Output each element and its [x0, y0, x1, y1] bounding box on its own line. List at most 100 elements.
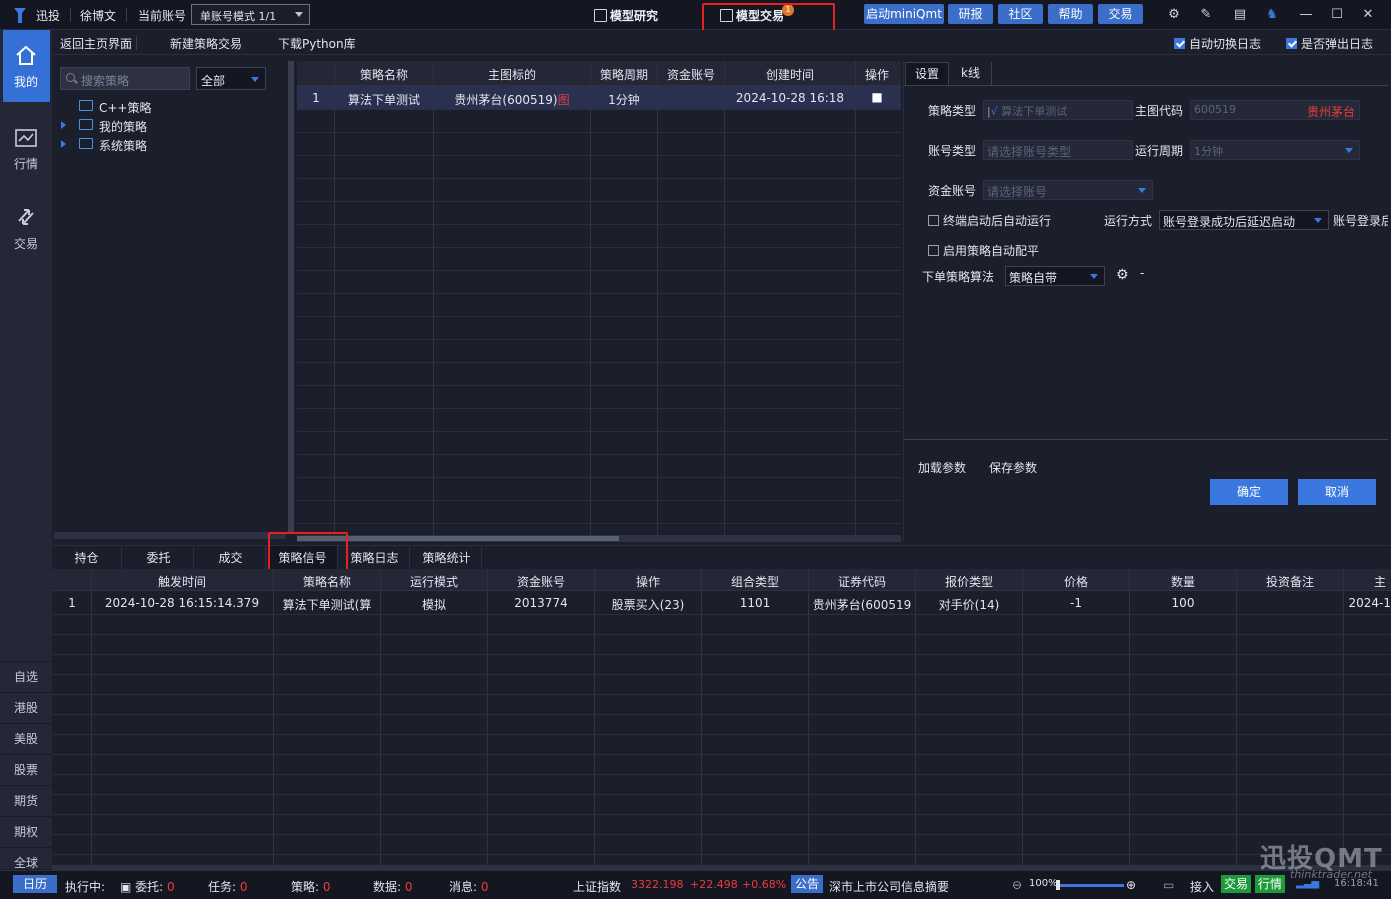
start-miniqmt-button[interactable]: 启动miniQmt: [864, 4, 944, 24]
tab-trades[interactable]: 成交: [196, 546, 266, 570]
col-main-symbol[interactable]: 主图标的: [434, 66, 590, 83]
nav-item-trade[interactable]: 交易: [0, 206, 52, 252]
edit-icon[interactable]: ✎: [1198, 7, 1214, 23]
grid-line: [297, 201, 901, 202]
popup-log-checkbox[interactable]: 是否弹出日志: [1286, 35, 1373, 52]
col-invest-note[interactable]: 投资备注: [1237, 573, 1343, 590]
entrust-status[interactable]: ▣ 委托: 0: [120, 878, 175, 895]
chart-link-icon[interactable]: 图: [558, 93, 570, 107]
nav-hk-stocks[interactable]: 港股: [0, 692, 52, 722]
fund-account-placeholder: 请选择账号: [987, 185, 1048, 199]
run-period-select[interactable]: 1分钟: [1190, 140, 1360, 160]
zoom-slider[interactable]: [1056, 884, 1124, 887]
strategy-filter-select[interactable]: 全部: [196, 67, 266, 90]
auto-switch-log-checkbox[interactable]: 自动切换日志: [1174, 35, 1261, 52]
col-strategy-name[interactable]: 策略名称: [274, 573, 380, 590]
col-fund-account[interactable]: 资金账号: [488, 573, 594, 590]
zoom-in-icon[interactable]: ⊕: [1126, 878, 1136, 892]
col-quote-type[interactable]: 报价类型: [916, 573, 1022, 590]
notice-badge[interactable]: 公告: [791, 875, 823, 893]
back-home-link[interactable]: 返回主页界面: [60, 35, 132, 52]
close-icon[interactable]: ✕: [1360, 7, 1376, 23]
account-mode-select[interactable]: 单账号模式 1/1: [191, 4, 310, 25]
stop-icon[interactable]: ■: [856, 90, 898, 104]
col-run-mode[interactable]: 运行模式: [381, 573, 487, 590]
strategy-status[interactable]: 策略: 0: [291, 878, 331, 895]
tab-positions[interactable]: 持仓: [52, 546, 122, 570]
tab-settings[interactable]: 设置: [905, 62, 949, 85]
strategy-search-input[interactable]: 搜索策略: [60, 67, 190, 90]
expand-arrow-icon[interactable]: [61, 121, 66, 129]
tab-orders[interactable]: 委托: [124, 546, 194, 570]
tab-kline[interactable]: k线: [950, 62, 992, 85]
tree-scrollbar[interactable]: [288, 61, 294, 532]
index-name[interactable]: 上证指数: [573, 878, 621, 895]
new-strategy-link[interactable]: 新建策略交易: [170, 35, 242, 52]
auto-run-checkbox[interactable]: 终端启动后自动运行: [928, 212, 1051, 229]
save-params-button[interactable]: 保存参数: [989, 459, 1037, 476]
research-report-button[interactable]: 研报: [948, 4, 993, 24]
user-name[interactable]: 徐博文: [80, 7, 116, 24]
entrust-count: 0: [167, 880, 175, 894]
notice-text[interactable]: 深市上市公司信息摘要: [829, 878, 949, 895]
expand-arrow-icon[interactable]: [61, 140, 66, 148]
account-type-select[interactable]: 请选择账号类型: [983, 140, 1133, 160]
market-connection-badge[interactable]: 行情: [1255, 875, 1285, 893]
zoom-out-icon[interactable]: ⊖: [1012, 878, 1022, 892]
task-status[interactable]: 任务: 0: [208, 878, 248, 895]
maximize-icon[interactable]: ☐: [1329, 7, 1345, 23]
nav-us-stocks[interactable]: 美股: [0, 723, 52, 753]
tab-model-research[interactable]: 模型研究: [594, 7, 658, 24]
col-main[interactable]: 主: [1344, 573, 1390, 590]
col-trigger-time[interactable]: 触发时间: [92, 573, 272, 590]
col-operation[interactable]: 操作: [856, 66, 898, 83]
layout-icon[interactable]: ▤: [1232, 7, 1248, 23]
skin-icon[interactable]: ♞: [1264, 7, 1280, 23]
trade-button[interactable]: 交易: [1098, 4, 1143, 24]
run-mode-select[interactable]: 账号登录成功后延迟启动: [1159, 210, 1329, 230]
zoom-slider-handle[interactable]: [1056, 880, 1060, 890]
table-row[interactable]: 1 算法下单测试 贵州茅台(600519)图 1分钟 2024-10-28 16…: [297, 86, 901, 109]
nav-watchlist[interactable]: 自选: [0, 661, 52, 691]
calendar-button[interactable]: 日历: [13, 875, 57, 893]
nav-item-market[interactable]: 行情: [0, 128, 52, 172]
strategy-tree-panel: 搜索策略 全部 C++策略 我的策略 系统策略: [54, 61, 286, 532]
col-quantity[interactable]: 数量: [1130, 573, 1236, 590]
message-status[interactable]: 消息: 0: [449, 878, 489, 895]
col-period[interactable]: 策略周期: [591, 66, 657, 83]
col-security-code[interactable]: 证券代码: [809, 573, 915, 590]
data-status[interactable]: 数据: 0: [373, 878, 413, 895]
col-combo-type[interactable]: 组合类型: [702, 573, 808, 590]
auto-balance-checkbox[interactable]: 启用策略自动配平: [928, 242, 1039, 259]
gear-icon[interactable]: ⚙: [1116, 267, 1129, 283]
table-row[interactable]: 1 2024-10-28 16:15:14.379 算法下单测试(算 模拟 20…: [52, 592, 1391, 614]
cancel-button[interactable]: 取消: [1298, 479, 1376, 505]
tab-strategy-log[interactable]: 策略日志: [340, 546, 410, 570]
strategy-type-field[interactable]: |√ 算法下单测试: [983, 100, 1133, 120]
load-params-button[interactable]: 加载参数: [918, 459, 966, 476]
help-button[interactable]: 帮助: [1048, 4, 1093, 24]
nav-stocks[interactable]: 股票: [0, 754, 52, 784]
col-strategy-name[interactable]: 策略名称: [335, 66, 433, 83]
minimize-icon[interactable]: —: [1298, 7, 1314, 23]
access-label[interactable]: 接入: [1190, 878, 1214, 895]
nav-item-mine[interactable]: 我的: [0, 44, 52, 90]
col-created[interactable]: 创建时间: [725, 66, 855, 83]
confirm-button[interactable]: 确定: [1210, 479, 1288, 505]
tab-model-research-label: 模型研究: [610, 9, 659, 23]
fund-account-select[interactable]: 请选择账号: [983, 180, 1153, 200]
trade-connection-badge[interactable]: 交易: [1221, 875, 1251, 893]
col-account[interactable]: 资金账号: [658, 66, 724, 83]
nav-options[interactable]: 期权: [0, 816, 52, 846]
download-python-link[interactable]: 下载Python库: [278, 35, 356, 52]
main-code-field[interactable]: 600519 贵州茅台: [1190, 100, 1360, 120]
tree-hscroll-track[interactable]: [54, 532, 286, 539]
gear-icon[interactable]: ⚙: [1166, 7, 1182, 23]
community-button[interactable]: 社区: [998, 4, 1043, 24]
strategy-table-hscroll[interactable]: [297, 535, 901, 542]
tab-strategy-stats[interactable]: 策略统计: [412, 546, 482, 570]
nav-futures[interactable]: 期货: [0, 785, 52, 815]
col-operation[interactable]: 操作: [595, 573, 701, 590]
col-price[interactable]: 价格: [1023, 573, 1129, 590]
order-algo-select[interactable]: 策略自带: [1005, 266, 1105, 286]
